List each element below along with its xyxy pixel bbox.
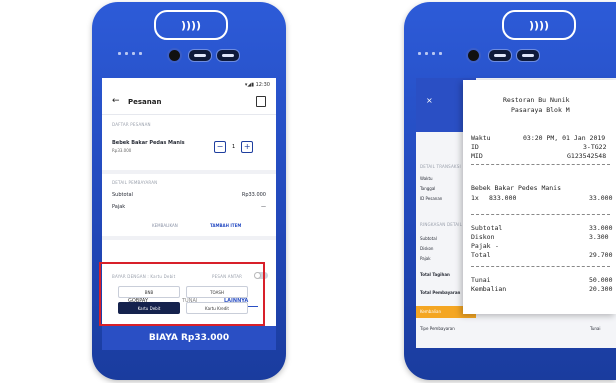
section-order: DAFTAR PESANAN [112,122,151,127]
quantity-stepper: − 1 + [214,141,254,153]
tax-label: Pajak [420,256,431,261]
tax-label: Pajak [471,242,491,250]
payment-type-value: Tunai [590,326,601,331]
add-item-link[interactable]: TAMBAH ITEM [210,223,241,228]
change-value: 20.300 [589,285,613,293]
time-label: Waktu [471,134,491,142]
return-link[interactable]: KEMBALIKAN [152,223,178,228]
camera-icon [466,48,481,63]
receipt-preview: Restoran Bu Nunik Pasaraya Blok M Waktu … [463,80,616,314]
discount-label: Diskon [471,233,495,241]
store-name: Restoran Bu Nunik [503,96,570,104]
summary-label: RINGKASAN DETAIL [420,222,463,227]
tax-value: — [261,204,266,210]
nfc-label: )))) [528,18,550,32]
cash-label: Tunai [471,276,491,284]
nfc-label: )))) [180,18,202,32]
tax-value: - [495,242,499,250]
speaker-grille [418,52,442,55]
card-slot-icon [188,49,212,62]
time-label: Waktu [420,176,433,181]
discount-label: Diskon [420,246,434,251]
camera-icon [167,48,182,63]
item-unit-price: 833.000 [489,194,517,202]
order-id-label: ID Pesanan [420,196,443,201]
discount-value: 3.300 [589,233,609,241]
id-label: ID [471,143,479,151]
subtotal-label: Subtotal [112,192,133,198]
receipt-divider [471,266,610,267]
item-name: Bebek Bakar Pedas Manis [112,140,185,146]
receipt-icon[interactable] [256,96,266,107]
cash-value: 50.000 [589,276,613,284]
id-value: 3-TG22 [583,143,607,151]
item-price: Rp33.000 [112,148,132,153]
receipt-divider [471,164,610,165]
subtotal-label: Subtotal [471,224,503,232]
nfc-icon: )))) [154,10,228,40]
minus-button[interactable]: − [214,141,226,153]
total-label: Total [471,251,491,259]
total-payment-label: Total Pembayaran [420,290,461,295]
item-name: Bebek Bakar Pedes Manis [471,184,562,192]
item-qty: 1x [471,194,479,202]
change-label: Kembalian [420,309,441,314]
subtotal-label: Subtotal [420,236,437,241]
total-bill-label: Total Tagihan [420,272,450,277]
card-slot-icon [488,49,512,62]
item-total: 33.000 [589,194,613,202]
store-location: Pasaraya Blok M [511,106,570,114]
pay-button[interactable]: BIAYA Rp33.000 [102,326,276,350]
change-label: Kembalian [471,285,507,293]
subtotal-value: 33.000 [589,224,613,232]
plus-button[interactable]: + [241,141,254,153]
card-slot-icon [516,49,540,62]
total-value: 29.700 [589,251,613,259]
qty-value: 1 [232,144,236,150]
mid-label: MID [471,152,483,160]
tax-row: Pajak — [112,204,266,210]
back-arrow-icon[interactable]: ← [112,96,120,106]
subtotal-row: Subtotal Rp33.000 [112,192,266,198]
payment-type-label: Tipe Pembayaran [420,326,455,331]
status-time: 12:30 [255,82,270,88]
mid-value: G123542548 [567,152,607,160]
subtotal-value: Rp33.000 [241,192,266,198]
status-bar: ▾◢▮ 12:30 [244,82,270,88]
highlight-box [99,262,265,326]
page-title: Pesanan [128,98,162,106]
tax-label: Pajak [112,204,126,210]
time-value: 03:20 PM, 01 Jan 2019 [523,134,606,142]
detail-label: DETAIL TRANSAKSI [420,164,461,169]
speaker-grille [118,52,142,55]
nfc-icon: )))) [502,10,576,40]
close-icon[interactable]: × [426,96,433,105]
card-slot-icon [216,49,240,62]
section-payment: DETAIL PEMBAYARAN [112,180,158,185]
date-label: Tanggal [420,186,436,191]
receipt-divider [471,214,610,215]
